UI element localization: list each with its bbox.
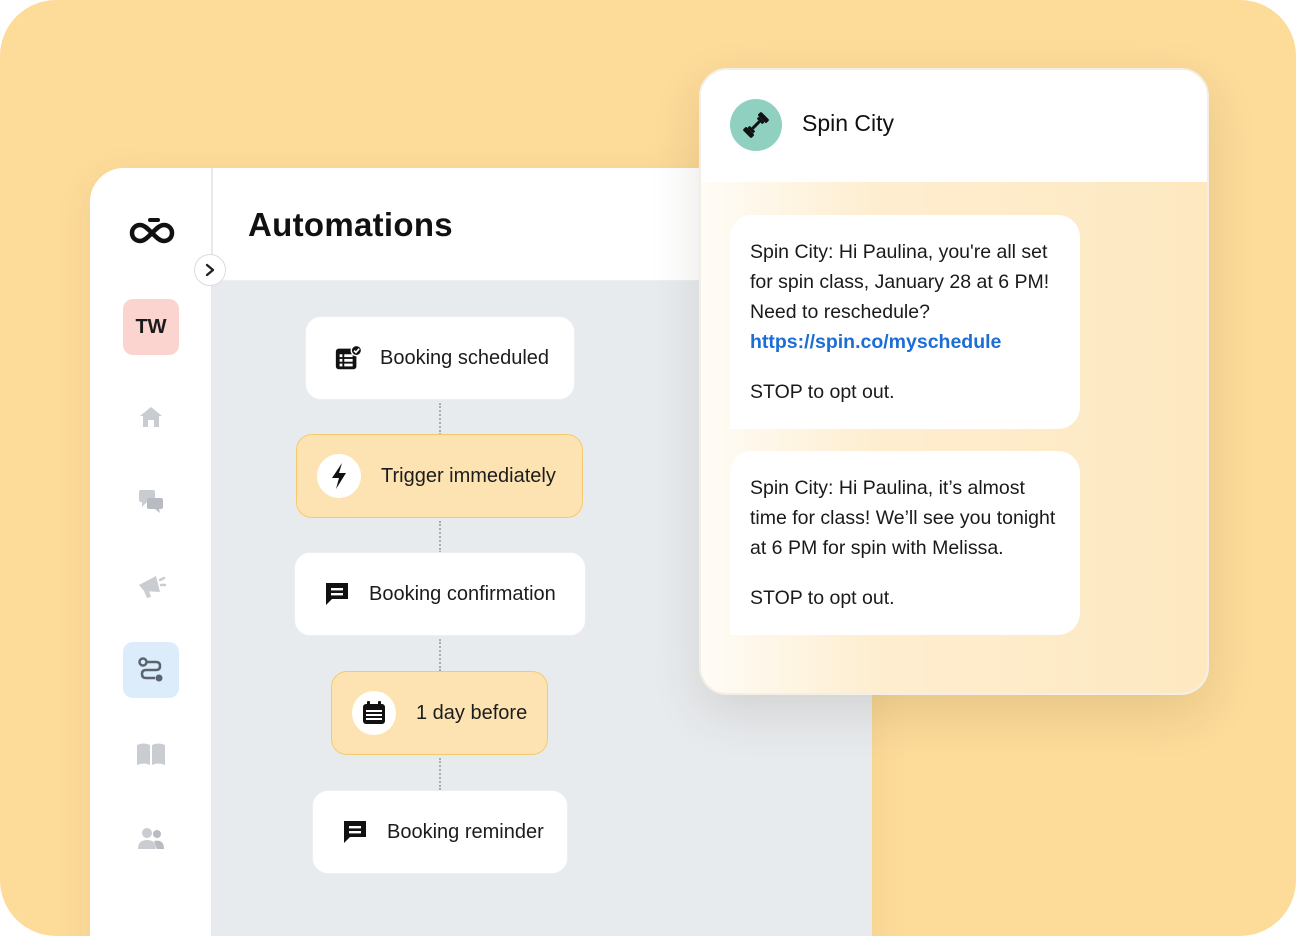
flow-node-booking-confirmation[interactable]: Booking confirmation — [294, 552, 586, 636]
connector — [439, 639, 441, 671]
flow-node-label: Booking confirmation — [369, 582, 556, 605]
sidebar-item-conversations[interactable] — [123, 473, 179, 529]
flow-node-1-day-before[interactable]: 1 day before — [331, 671, 548, 755]
flow-node-label: Trigger immediately — [381, 464, 556, 487]
opt-out-text: STOP to opt out. — [750, 587, 895, 609]
sidebar-item-campaigns[interactable] — [123, 558, 179, 614]
contacts-icon — [138, 828, 164, 849]
flow-node-trigger-immediately[interactable]: Trigger immediately — [296, 434, 583, 518]
lightning-icon — [317, 454, 361, 498]
message-link[interactable]: https://spin.co/myschedule — [750, 331, 1001, 353]
avatar[interactable]: TW — [123, 299, 179, 355]
flow-node-label: Booking reminder — [387, 820, 544, 843]
background: TW Automations Booking scheduled Trigger… — [0, 0, 1296, 936]
flow-node-booking-reminder[interactable]: Booking reminder — [312, 790, 568, 874]
message-text: Spin City: Hi Paulina, it’s almost time … — [750, 477, 1056, 559]
sidebar-item-library[interactable] — [123, 726, 179, 782]
message-text: Spin City: Hi Paulina, you're all set fo… — [750, 241, 1050, 323]
connector — [439, 521, 441, 553]
chat-body: Spin City: Hi Paulina, you're all set fo… — [701, 182, 1207, 693]
collapse-sidebar-button[interactable] — [194, 254, 226, 286]
calendar-icon — [352, 691, 396, 735]
chat-header: Spin City — [701, 70, 1207, 182]
conversations-icon — [139, 490, 163, 513]
message-icon — [341, 818, 369, 846]
message-icon — [323, 580, 351, 608]
message-bubble: Spin City: Hi Paulina, it’s almost time … — [730, 451, 1080, 635]
sidebar-item-automations[interactable] — [123, 642, 179, 698]
message-preview: Spin City Spin City: Hi Paulina, you're … — [699, 68, 1209, 695]
avatar-initials: TW — [135, 315, 167, 338]
chevron-right-icon — [205, 263, 215, 277]
message-bubble: Spin City: Hi Paulina, you're all set fo… — [730, 215, 1080, 429]
connector — [439, 403, 441, 435]
sidebar: TW — [90, 168, 213, 936]
page-title: Automations — [248, 206, 453, 243]
opt-out-text: STOP to opt out. — [750, 381, 895, 403]
contact-name: Spin City — [802, 110, 895, 136]
flow-node-booking-scheduled[interactable]: Booking scheduled — [305, 316, 575, 400]
home-icon — [140, 407, 162, 427]
dumbbell-icon — [743, 112, 769, 138]
sidebar-item-home[interactable] — [123, 389, 179, 445]
megaphone-icon — [139, 576, 166, 598]
connector — [439, 758, 441, 790]
calendar-check-icon — [334, 344, 362, 372]
flow-node-label: 1 day before — [416, 701, 528, 724]
sidebar-item-contacts[interactable] — [123, 810, 179, 866]
book-icon — [137, 743, 165, 765]
logo-icon[interactable] — [128, 216, 176, 246]
flow-node-label: Booking scheduled — [380, 346, 550, 369]
contact-avatar — [730, 99, 782, 151]
automations-icon — [138, 657, 163, 682]
